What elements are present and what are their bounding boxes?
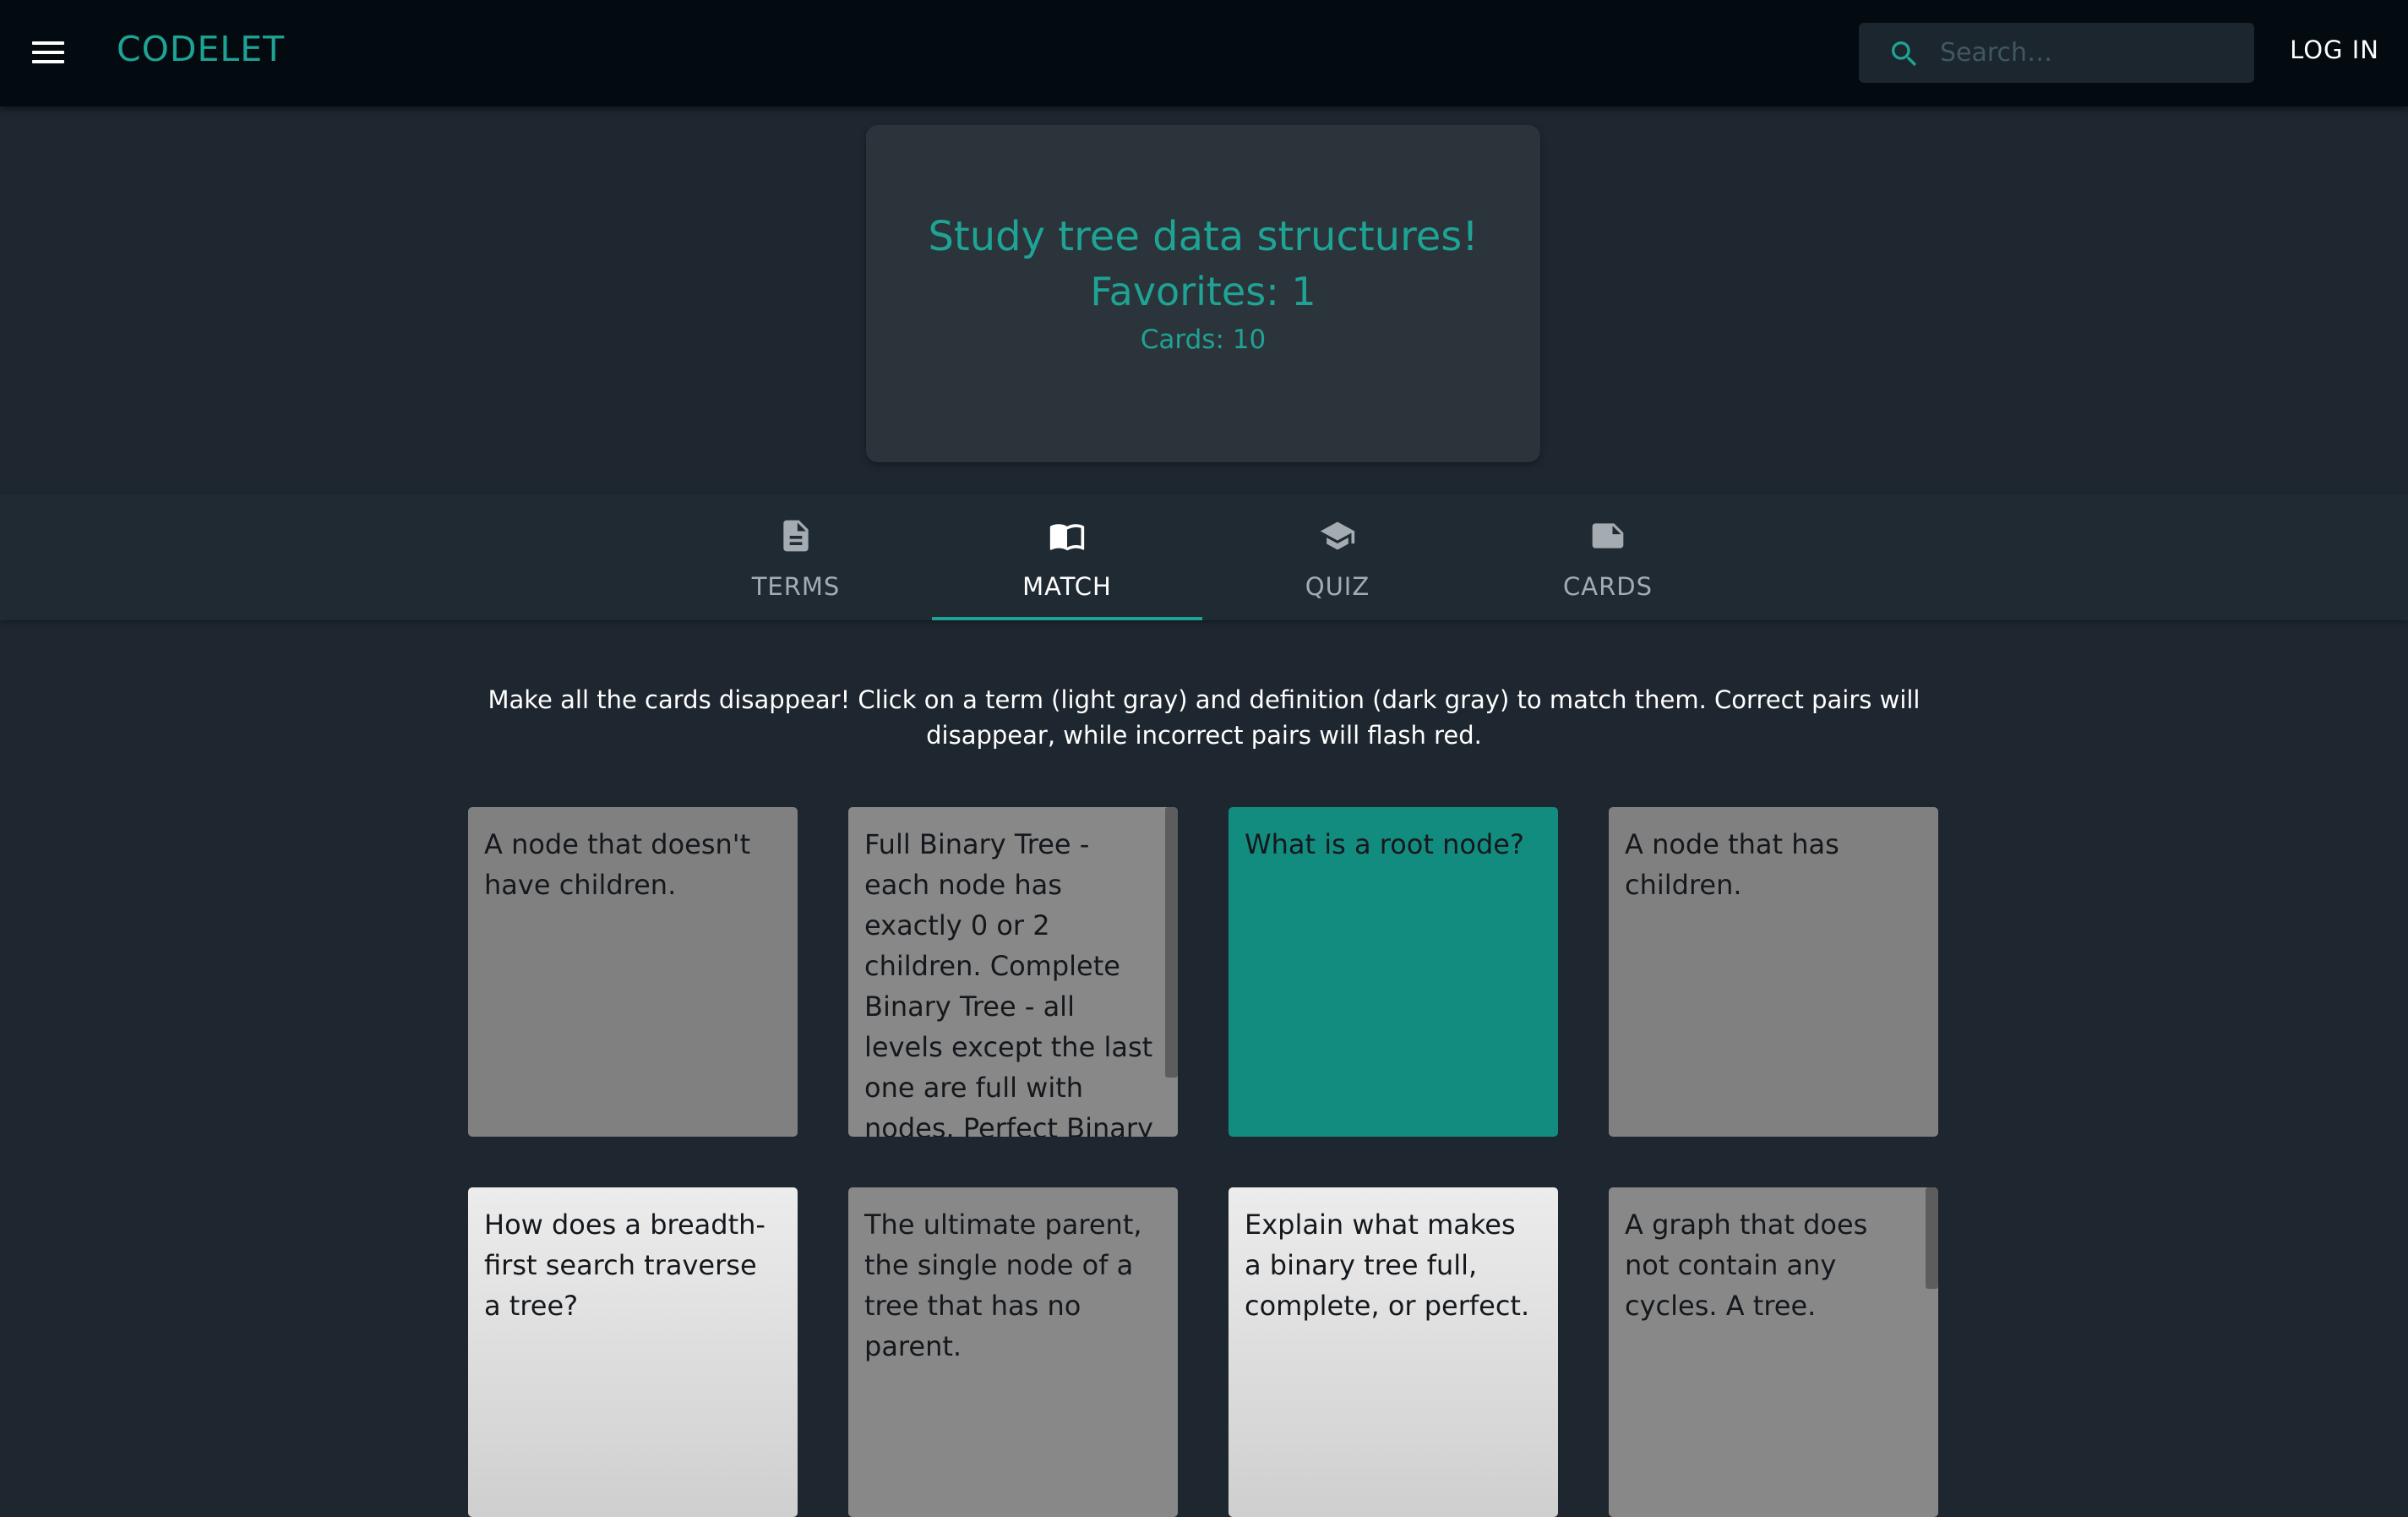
tab-label: MATCH	[1022, 572, 1112, 601]
open-book-icon	[1049, 524, 1085, 551]
tab-label: QUIZ	[1305, 572, 1370, 601]
card-text: Full Binary Tree - each node has exactly…	[864, 828, 1153, 1137]
tab-cards[interactable]: CARDS	[1473, 494, 1743, 620]
card-scrollbar[interactable]	[1926, 1187, 1938, 1289]
brand-logo[interactable]: CODELET	[117, 29, 285, 69]
tab-match[interactable]: MATCH	[932, 494, 1202, 620]
match-card-term-selected[interactable]: What is a root node?	[1229, 807, 1558, 1137]
card-text: What is a root node?	[1245, 828, 1524, 860]
note-card-icon	[1592, 523, 1624, 548]
menu-icon[interactable]	[30, 36, 66, 70]
document-icon	[783, 520, 809, 552]
card-text: Explain what makes a binary tree full, c…	[1245, 1209, 1530, 1322]
card-scrollbar[interactable]	[1165, 807, 1178, 1078]
set-title: Study tree data structures!	[928, 213, 1479, 260]
match-card-definition[interactable]: Full Binary Tree - each node has exactly…	[848, 807, 1178, 1137]
login-button[interactable]: LOG IN	[2290, 35, 2379, 64]
tab-label: TERMS	[751, 572, 841, 601]
search-icon	[1892, 41, 1917, 67]
search-box[interactable]	[1859, 23, 2254, 83]
favorites-count: Favorites: 1	[1090, 269, 1316, 314]
app-bar: CODELET LOG IN	[0, 0, 2408, 106]
match-card-definition[interactable]: A node that doesn't have children.	[468, 807, 798, 1137]
match-instructions: Make all the cards disappear! Click on a…	[488, 685, 1920, 750]
cards-count: Cards: 10	[1140, 325, 1267, 355]
graduation-cap-icon	[1320, 521, 1355, 550]
card-text: The ultimate parent, the single node of …	[864, 1209, 1142, 1362]
search-input[interactable]	[1938, 23, 2242, 83]
tab-quiz[interactable]: QUIZ	[1202, 494, 1473, 620]
match-card-term[interactable]: Explain what makes a binary tree full, c…	[1229, 1187, 1558, 1517]
card-text: A node that doesn't have children.	[484, 828, 751, 901]
match-card-definition[interactable]: The ultimate parent, the single node of …	[848, 1187, 1178, 1517]
match-card-term[interactable]: How does a breadth-first search traverse…	[468, 1187, 798, 1517]
match-card-definition[interactable]: A graph that does not contain any cycles…	[1609, 1187, 1938, 1517]
card-text: How does a breadth-first search traverse…	[484, 1209, 765, 1322]
card-text: A node that has children.	[1625, 828, 1839, 901]
mode-tabs: TERMS MATCH QUIZ CARDS	[0, 494, 2408, 620]
card-text: A graph that does not contain any cycles…	[1625, 1209, 1868, 1322]
tab-terms[interactable]: TERMS	[661, 494, 931, 620]
match-card-definition[interactable]: A node that has children.	[1609, 807, 1938, 1137]
tab-label: CARDS	[1563, 572, 1653, 601]
